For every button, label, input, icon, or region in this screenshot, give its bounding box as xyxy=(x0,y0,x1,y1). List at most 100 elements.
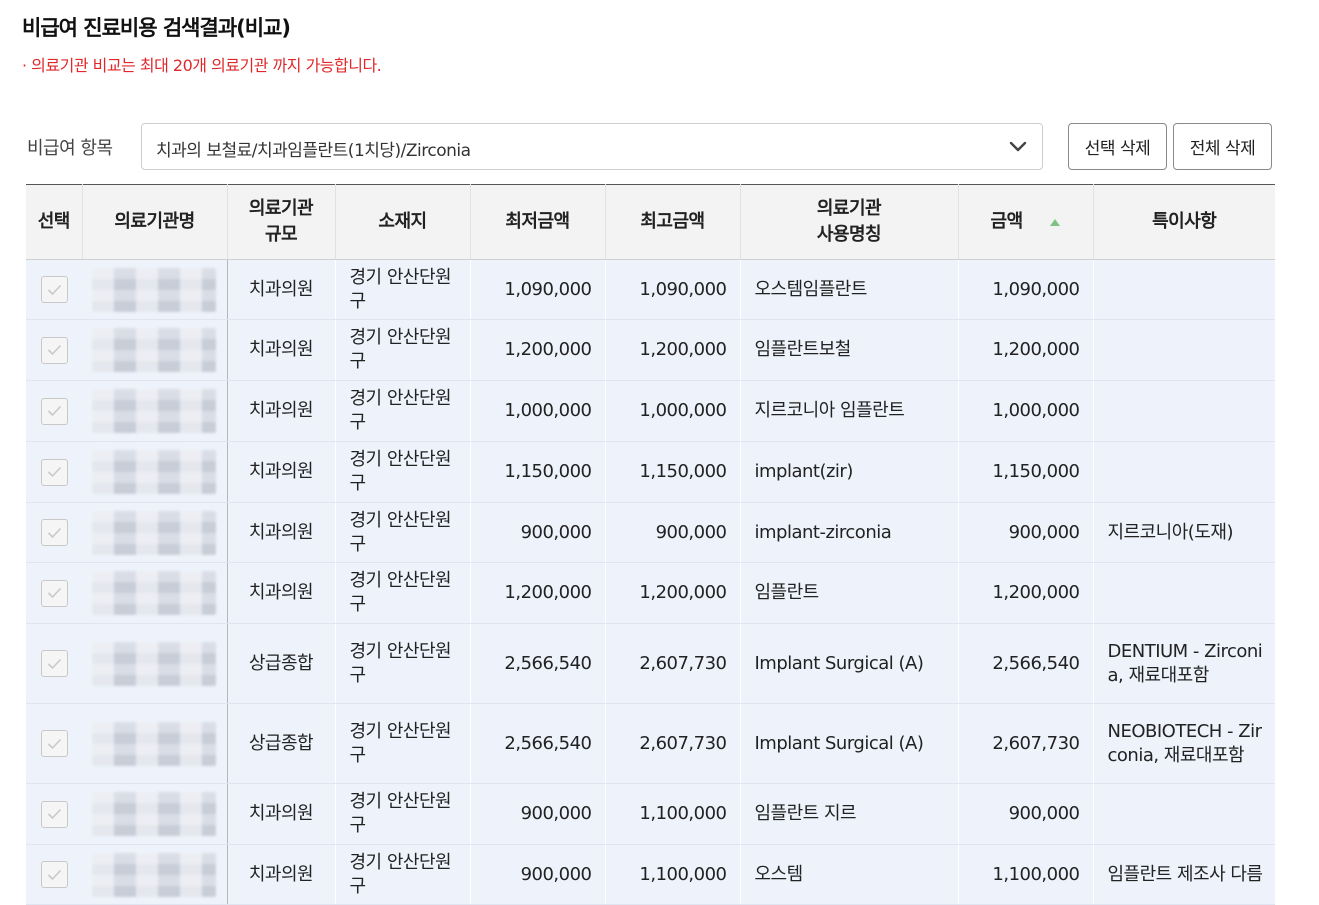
min-price-cell: 1,150,000 xyxy=(470,441,606,503)
max-price-cell: 2,607,730 xyxy=(605,703,741,784)
row-checkbox[interactable] xyxy=(40,519,68,546)
select-cell xyxy=(26,441,82,503)
location-cell: 경기 안산단원구 xyxy=(335,783,471,845)
table-header-row: 선택 의료기관명 의료기관 규모 소재지 최저금액 최고금액 의료기관 사용명칭… xyxy=(26,184,1275,260)
select-cell xyxy=(26,259,82,320)
header-min-price: 최저금액 xyxy=(470,184,606,260)
table-row: 치과의원 경기 안산단원구 1,200,000 1,200,000 임플란트 1,200,… xyxy=(26,562,1275,624)
select-cell xyxy=(26,380,82,442)
scale-cell: 치과의원 xyxy=(227,844,336,905)
max-price-cell: 1,100,000 xyxy=(605,844,741,905)
redacted-institution-name[interactable] xyxy=(92,792,217,836)
check-icon xyxy=(47,284,61,295)
redacted-institution-name[interactable] xyxy=(92,328,217,372)
check-icon xyxy=(47,738,61,749)
remarks-cell xyxy=(1093,441,1275,503)
redacted-institution-name[interactable] xyxy=(92,267,217,312)
amount-cell: 1,200,000 xyxy=(958,562,1094,624)
table-row: 치과의원 경기 안산단원구 900,000 1,100,000 임플란트 지르 900,0… xyxy=(26,783,1275,845)
remarks-cell xyxy=(1093,380,1275,442)
max-price-cell: 1,200,000 xyxy=(605,319,741,381)
row-checkbox[interactable] xyxy=(40,579,68,607)
location-cell: 경기 안산단원구 xyxy=(335,380,471,442)
check-icon xyxy=(47,344,61,356)
table-row: 치과의원 경기 안산단원구 900,000 900,000 implant-zircon… xyxy=(26,502,1275,563)
usage-name-cell: 임플란트 지르 xyxy=(740,783,959,845)
max-price-cell: 900,000 xyxy=(605,502,741,563)
header-usage-line1: 의료기관 xyxy=(816,198,882,219)
chevron-down-icon xyxy=(1009,141,1027,152)
scale-cell: 치과의원 xyxy=(227,259,336,320)
header-amount[interactable]: 금액 xyxy=(958,184,1094,260)
remarks-cell xyxy=(1093,319,1275,381)
header-institution-scale: 의료기관 규모 xyxy=(227,184,336,260)
redacted-institution-name[interactable] xyxy=(92,641,217,686)
remarks-cell: DENTIUM - Zirconia, 재료대포함 xyxy=(1093,623,1275,704)
delete-all-button[interactable]: 전체 삭제 xyxy=(1173,123,1272,170)
header-institution-name: 의료기관명 xyxy=(82,184,228,260)
scale-cell: 상급종합 xyxy=(227,623,336,704)
usage-name-cell: 오스템임플란트 xyxy=(740,259,959,320)
delete-selected-button[interactable]: 선택 삭제 xyxy=(1068,123,1167,170)
institution-name-cell xyxy=(82,319,228,381)
check-icon xyxy=(47,587,61,599)
max-price-cell: 1,000,000 xyxy=(605,380,741,442)
select-value: 치과의 보철료/치과임플란트(1치당)/Zirconia xyxy=(156,141,471,161)
redacted-institution-name[interactable] xyxy=(92,852,217,897)
amount-cell: 900,000 xyxy=(958,502,1094,563)
check-icon xyxy=(47,466,61,478)
check-icon xyxy=(47,869,61,880)
row-checkbox[interactable] xyxy=(40,650,68,677)
institution-name-cell xyxy=(82,844,228,905)
filter-label: 비급여 항목 xyxy=(27,138,113,159)
table-row: 상급종합 경기 안산단원구 2,566,540 2,607,730 Implant Su… xyxy=(26,703,1275,784)
check-icon xyxy=(47,808,61,820)
header-scale-line2: 규모 xyxy=(264,224,298,245)
location-cell: 경기 안산단원구 xyxy=(335,441,471,503)
amount-cell: 1,150,000 xyxy=(958,441,1094,503)
min-price-cell: 900,000 xyxy=(470,502,606,563)
compare-limit-notice: · 의료기관 비교는 최대 20개 의료기관 까지 가능합니다. xyxy=(22,56,382,75)
table-row: 치과의원 경기 안산단원구 1,090,000 1,090,000 오스템임플란트 1,0… xyxy=(26,259,1275,320)
row-checkbox[interactable] xyxy=(40,336,68,364)
min-price-cell: 2,566,540 xyxy=(470,623,606,704)
location-cell: 경기 안산단원구 xyxy=(335,502,471,563)
header-select: 선택 xyxy=(26,184,83,260)
max-price-cell: 1,200,000 xyxy=(605,562,741,624)
select-cell xyxy=(26,844,82,905)
scale-cell: 치과의원 xyxy=(227,562,336,624)
amount-cell: 1,000,000 xyxy=(958,380,1094,442)
row-checkbox[interactable] xyxy=(40,730,68,757)
redacted-institution-name[interactable] xyxy=(92,450,217,494)
check-icon xyxy=(47,527,61,538)
redacted-institution-name[interactable] xyxy=(92,721,217,766)
select-cell xyxy=(26,703,82,784)
table-row: 상급종합 경기 안산단원구 2,566,540 2,607,730 Implant Su… xyxy=(26,623,1275,704)
non-covered-item-select[interactable]: 치과의 보철료/치과임플란트(1치당)/Zirconia xyxy=(141,123,1043,170)
select-cell xyxy=(26,562,82,624)
select-cell xyxy=(26,783,82,845)
scale-cell: 치과의원 xyxy=(227,441,336,503)
header-location: 소재지 xyxy=(335,184,471,260)
table-row: 치과의원 경기 안산단원구 1,150,000 1,150,000 implant(zi… xyxy=(26,441,1275,503)
institution-name-cell xyxy=(82,441,228,503)
redacted-institution-name[interactable] xyxy=(92,510,217,555)
institution-name-cell xyxy=(82,502,228,563)
sort-up-icon[interactable] xyxy=(1050,218,1061,226)
row-checkbox[interactable] xyxy=(40,276,68,303)
usage-name-cell: 지르코니아 임플란트 xyxy=(740,380,959,442)
row-checkbox[interactable] xyxy=(40,861,68,888)
institution-name-cell xyxy=(82,259,228,320)
header-usage-name: 의료기관 사용명칭 xyxy=(740,184,959,260)
header-amount-label: 금액 xyxy=(990,211,1024,232)
row-checkbox[interactable] xyxy=(40,397,68,425)
usage-name-cell: Implant Surgical (A) xyxy=(740,703,959,784)
row-checkbox[interactable] xyxy=(40,800,68,828)
remarks-cell: 지르코니아(도재) xyxy=(1093,502,1275,563)
redacted-institution-name[interactable] xyxy=(92,389,217,433)
institution-name-cell xyxy=(82,623,228,704)
row-checkbox[interactable] xyxy=(40,458,68,486)
max-price-cell: 1,150,000 xyxy=(605,441,741,503)
redacted-institution-name[interactable] xyxy=(92,571,217,615)
table-row: 치과의원 경기 안산단원구 1,200,000 1,200,000 임플란트보철 1,20… xyxy=(26,319,1275,381)
